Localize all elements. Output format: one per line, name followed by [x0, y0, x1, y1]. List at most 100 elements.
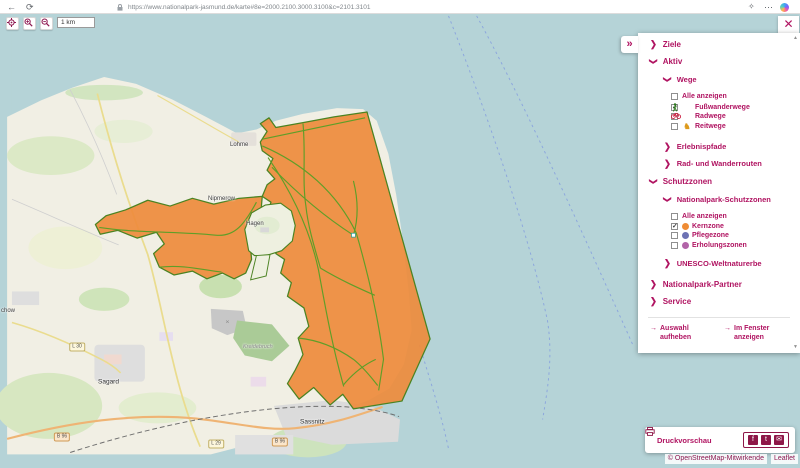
- close-icon[interactable]: ✕: [778, 16, 799, 34]
- address-bar[interactable]: https://www.nationalpark-jasmund.de/kart…: [128, 0, 370, 14]
- link-auswahl-aufheben[interactable]: →Auswahl aufheben: [650, 324, 702, 342]
- checkbox-label: Alle anzeigen: [682, 213, 727, 220]
- section-label: UNESCO-Weltnaturerbe: [677, 259, 762, 268]
- section-ziele[interactable]: ❯ Ziele: [650, 40, 681, 49]
- section-label: Aktiv: [663, 57, 683, 66]
- browser-back-icon[interactable]: ←: [7, 0, 16, 14]
- map-label-chow: chow: [1, 308, 15, 314]
- road-badge-b-96: B 96: [272, 438, 288, 447]
- link-label: Auswahl aufheben: [660, 324, 702, 342]
- layer-panel: » ▲ ▼ ❯Ziele❯Aktiv❯WegeAlle anzeigenFußw…: [638, 33, 800, 353]
- zoom-out-button[interactable]: [40, 17, 53, 30]
- mail-icon[interactable]: ✉: [774, 435, 784, 445]
- zone-color-dot: [682, 242, 689, 249]
- print-card: Druckvorschau ft✉: [645, 427, 795, 453]
- section-erlebnispfade[interactable]: ❯ Erlebnispfade: [664, 142, 726, 151]
- map-label-hagen: Hagen: [246, 221, 264, 227]
- map-scale-bar: 1 km: [57, 17, 95, 28]
- zoom-in-button[interactable]: [23, 17, 36, 30]
- chevron-right-icon: ❯: [664, 142, 671, 152]
- road-badge-l-30: L 30: [69, 343, 85, 352]
- map-label-sassnitz: Sassnitz: [300, 419, 325, 426]
- checkbox[interactable]: [671, 242, 678, 249]
- osm-attribution-link[interactable]: © OpenStreetMap-Mitwirkende: [665, 454, 767, 464]
- map-attribution: © OpenStreetMap-Mitwirkende Leaflet: [665, 454, 798, 464]
- section-label: Nationalpark-Partner: [663, 280, 742, 289]
- horse-icon: ♞: [682, 122, 692, 131]
- chevron-right-icon: ❯: [664, 159, 671, 169]
- facebook-icon[interactable]: f: [748, 435, 758, 445]
- link-label: Im Fenster anzeigen: [734, 324, 776, 342]
- section-service[interactable]: ❯ Service: [650, 297, 691, 306]
- checkbox[interactable]: [671, 232, 678, 239]
- lock-icon: [117, 4, 123, 11]
- chevron-right-icon: ❯: [650, 40, 657, 50]
- checkbox-row-pflegezone[interactable]: Pflegezone: [671, 232, 729, 239]
- section-rad-und-wanderrouten[interactable]: ❯ Rad- und Wanderrouten: [664, 159, 762, 168]
- browser-sparkle-icon[interactable]: ✧: [748, 0, 755, 14]
- hiker-icon: [682, 103, 692, 112]
- scroll-down-icon[interactable]: ▼: [793, 345, 798, 350]
- section-aktiv[interactable]: ❯ Aktiv: [650, 57, 682, 66]
- checkbox[interactable]: [671, 93, 678, 100]
- section-nationalpark-schutzzonen[interactable]: ❯ Nationalpark-Schutzzonen: [664, 195, 771, 204]
- checkbox-row-alle-anzeigen[interactable]: Alle anzeigen: [671, 213, 727, 220]
- section-nationalpark-partner[interactable]: ❯Nationalpark-Partner: [650, 280, 742, 289]
- checkbox-row-fu-wanderwege[interactable]: Fußwanderwege: [671, 103, 750, 112]
- section-label: Erlebnispfade: [677, 142, 727, 151]
- map-canvas[interactable]: ✕ LohmeNipmerowHagenSagardSassnitzchowKr…: [0, 14, 800, 468]
- section-label: Service: [663, 297, 691, 306]
- chevron-down-icon: ❯: [663, 196, 672, 203]
- chevron-down-icon: ❯: [663, 76, 672, 83]
- section-wege[interactable]: ❯ Wege: [664, 75, 697, 84]
- browser-profile-icon[interactable]: [780, 3, 789, 12]
- panel-divider: [648, 317, 790, 318]
- checkbox-row-radwege[interactable]: Radwege: [671, 112, 726, 121]
- chevron-down-icon: ❯: [649, 178, 658, 185]
- checkbox-label: Pflegezone: [692, 232, 729, 239]
- scroll-up-icon[interactable]: ▲: [793, 36, 798, 41]
- zone-color-dot: [682, 232, 689, 239]
- section-unesco-weltnaturerbe[interactable]: ❯ UNESCO-Weltnaturerbe: [664, 259, 762, 268]
- checkbox[interactable]: [671, 123, 678, 130]
- zone-color-dot: [682, 223, 689, 230]
- chevron-right-icon: ❯: [664, 259, 671, 269]
- checkbox-label: Reitwege: [695, 123, 726, 130]
- locate-button[interactable]: [6, 17, 19, 30]
- panel-footer-links: →Auswahl aufheben→Im Fenster anzeigen: [650, 324, 776, 342]
- section-label: Nationalpark-Schutzzonen: [677, 195, 771, 204]
- checkbox[interactable]: [671, 213, 678, 220]
- section-label: Schutzzonen: [663, 177, 712, 186]
- checkbox-row-alle-anzeigen[interactable]: Alle anzeigen: [671, 93, 727, 100]
- browser-menu-icon[interactable]: ⋯: [764, 0, 773, 14]
- print-preview-link[interactable]: Druckvorschau: [657, 436, 712, 445]
- section-label: Ziele: [663, 40, 681, 49]
- panel-expand-tab[interactable]: »: [621, 36, 638, 53]
- browser-toolbar: ← ⟳ https://www.nationalpark-jasmund.de/…: [0, 0, 800, 14]
- checkbox-label: Fußwanderwege: [695, 104, 750, 111]
- section-label: Rad- und Wanderrouten: [677, 159, 762, 168]
- checkbox-row-kernzone[interactable]: Kernzone: [671, 223, 724, 230]
- checkbox-label: Radwege: [695, 113, 726, 120]
- section-label: Wege: [677, 75, 697, 84]
- browser-reload-icon[interactable]: ⟳: [26, 0, 34, 14]
- checkbox-row-reitwege[interactable]: ♞Reitwege: [671, 122, 726, 131]
- link-im-fenster-anzeigen[interactable]: →Im Fenster anzeigen: [724, 324, 776, 342]
- road-badge-l-29: L 29: [208, 440, 224, 449]
- checkbox-label: Erholungszonen: [692, 242, 747, 249]
- checkbox[interactable]: [671, 223, 678, 230]
- arrow-right-icon: →: [650, 324, 657, 342]
- section-schutzzonen[interactable]: ❯ Schutzzonen: [650, 177, 712, 186]
- checkbox-label: Kernzone: [692, 223, 724, 230]
- checkbox-row-erholungszonen[interactable]: Erholungszonen: [671, 242, 747, 249]
- svg-text:✕: ✕: [225, 319, 229, 325]
- chevron-down-icon: ❯: [649, 58, 658, 65]
- twitter-icon[interactable]: t: [761, 435, 771, 445]
- map-label-kreidebruch: Kreidebruch: [243, 344, 273, 350]
- arrow-right-icon: →: [724, 324, 731, 342]
- chevron-right-icon: ❯: [650, 297, 657, 307]
- leaflet-link[interactable]: Leaflet: [771, 454, 798, 464]
- bike-icon: [682, 112, 692, 121]
- app-window: ← ⟳ https://www.nationalpark-jasmund.de/…: [0, 0, 800, 468]
- map-label-nipmerow: Nipmerow: [208, 196, 235, 202]
